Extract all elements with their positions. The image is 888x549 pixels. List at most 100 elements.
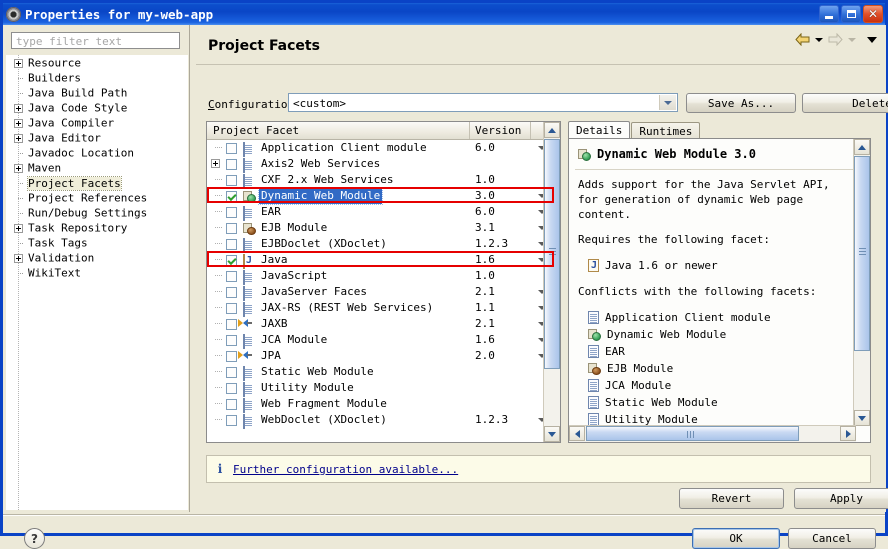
column-header-version[interactable]: Version xyxy=(475,124,521,137)
facet-name: EAR xyxy=(261,205,281,218)
tab-runtimes[interactable]: Runtimes xyxy=(631,122,701,139)
facet-checkbox[interactable] xyxy=(226,287,237,298)
view-menu-chevron-down-icon[interactable] xyxy=(867,36,877,43)
configuration-select[interactable]: <custom> xyxy=(288,93,678,112)
sidebar-item-java-code-style[interactable]: Java Code Style xyxy=(6,100,188,115)
scroll-left-button[interactable] xyxy=(569,426,585,441)
table-row[interactable]: JAXB 2.1 xyxy=(207,316,560,332)
expand-icon[interactable] xyxy=(14,133,23,143)
facets-vertical-scrollbar[interactable] xyxy=(543,122,560,442)
sidebar-item-task-repository[interactable]: Task Repository xyxy=(6,220,188,235)
expand-icon[interactable] xyxy=(14,253,23,263)
facet-checkbox[interactable] xyxy=(226,383,237,394)
ok-button[interactable]: OK xyxy=(692,528,780,549)
further-configuration-link[interactable]: Further configuration available... xyxy=(233,463,458,476)
footer-divider-highlight xyxy=(3,515,885,516)
table-row[interactable]: JavaScript 1.0 xyxy=(207,268,560,285)
facet-checkbox[interactable] xyxy=(226,271,237,282)
cancel-button[interactable]: Cancel xyxy=(788,528,876,549)
revert-button[interactable]: Revert xyxy=(679,488,784,509)
table-row[interactable]: Java 1.6 xyxy=(207,252,560,269)
table-row[interactable]: JCA Module 1.6 xyxy=(207,332,560,349)
back-history-chevron-down-icon[interactable] xyxy=(815,37,823,42)
expand-icon[interactable] xyxy=(211,159,220,168)
sidebar-item-javadoc-location[interactable]: Javadoc Location xyxy=(6,145,188,160)
close-button[interactable]: ✕ xyxy=(863,5,883,23)
facet-checkbox[interactable] xyxy=(226,351,237,362)
facet-checkbox[interactable] xyxy=(226,191,237,202)
expand-icon[interactable] xyxy=(14,163,23,173)
table-row[interactable]: Application Client module 6.0 xyxy=(207,140,560,157)
tree-stub-icon xyxy=(215,291,222,292)
column-divider[interactable] xyxy=(469,122,470,139)
required-facet-item-label: Java 1.6 or newer xyxy=(605,259,718,272)
facet-checkbox[interactable] xyxy=(226,255,237,266)
table-row[interactable]: WebDoclet (XDoclet) 1.2.3 xyxy=(207,412,560,429)
facet-checkbox[interactable] xyxy=(226,159,237,170)
table-row[interactable]: Static Web Module xyxy=(207,364,560,381)
expand-icon[interactable] xyxy=(14,118,23,128)
column-header-project-facet[interactable]: Project Facet xyxy=(213,124,299,137)
facet-checkbox[interactable] xyxy=(226,367,237,378)
question-mark-icon[interactable]: ? xyxy=(24,528,45,549)
details-vertical-scrollbar[interactable] xyxy=(853,139,870,426)
expand-icon[interactable] xyxy=(14,223,23,233)
sidebar-item-project-facets[interactable]: Project Facets xyxy=(6,175,188,191)
facet-checkbox[interactable] xyxy=(226,143,237,154)
maximize-button[interactable] xyxy=(841,5,861,23)
sidebar-item-project-references[interactable]: Project References xyxy=(6,190,188,205)
facet-checkbox[interactable] xyxy=(226,303,237,314)
scroll-up-button[interactable] xyxy=(544,122,560,138)
back-arrow-icon[interactable] xyxy=(795,33,810,46)
table-row[interactable]: CXF 2.x Web Services 1.0 xyxy=(207,172,560,189)
table-row[interactable]: EJB Module 3.1 xyxy=(207,220,560,236)
facet-checkbox[interactable] xyxy=(226,319,237,330)
scrollbar-thumb[interactable] xyxy=(544,139,560,369)
facet-checkbox[interactable] xyxy=(226,239,237,250)
configuration-dropdown-button[interactable] xyxy=(659,95,676,110)
facet-checkbox[interactable] xyxy=(226,335,237,346)
expand-icon[interactable] xyxy=(14,103,23,113)
table-row[interactable]: Web Fragment Module xyxy=(207,396,560,413)
sidebar-item-task-tags[interactable]: Task Tags xyxy=(6,235,188,250)
facet-checkbox[interactable] xyxy=(226,207,237,218)
sidebar-item-builders[interactable]: Builders xyxy=(6,70,188,85)
table-row[interactable]: EAR 6.0 xyxy=(207,204,560,221)
facet-checkbox[interactable] xyxy=(226,399,237,410)
table-row[interactable]: EJBDoclet (XDoclet) 1.2.3 xyxy=(207,236,560,253)
table-row[interactable]: Axis2 Web Services xyxy=(207,156,560,173)
details-horizontal-scrollbar[interactable] xyxy=(569,425,856,442)
facet-checkbox[interactable] xyxy=(226,415,237,426)
delete-button[interactable]: Delete xyxy=(802,93,888,113)
facet-checkbox[interactable] xyxy=(226,175,237,186)
table-row[interactable]: Dynamic Web Module 3.0 xyxy=(207,187,560,205)
doc-icon xyxy=(243,238,245,253)
expand-icon[interactable] xyxy=(14,58,23,68)
table-row[interactable]: Utility Module xyxy=(207,380,560,397)
column-divider[interactable] xyxy=(530,122,531,139)
sidebar-item-validation[interactable]: Validation xyxy=(6,250,188,265)
scrollbar-thumb[interactable] xyxy=(586,426,799,441)
sidebar-item-maven[interactable]: Maven xyxy=(6,160,188,175)
scrollbar-thumb[interactable] xyxy=(854,156,870,351)
scroll-up-button[interactable] xyxy=(854,139,870,155)
save-as-button[interactable]: Save As... xyxy=(686,93,796,113)
table-row[interactable]: JavaServer Faces 2.1 xyxy=(207,284,560,301)
minimize-button[interactable] xyxy=(819,5,839,23)
sidebar-item-java-compiler[interactable]: Java Compiler xyxy=(6,115,188,130)
table-row[interactable]: JPA 2.0 xyxy=(207,348,560,364)
scroll-right-button[interactable] xyxy=(840,426,856,441)
filter-input[interactable]: type filter text xyxy=(11,32,180,49)
table-row[interactable]: JAX-RS (REST Web Services) 1.1 xyxy=(207,300,560,317)
title-bar[interactable]: Properties for my-web-app ✕ xyxy=(3,3,885,25)
sidebar-item-run-debug-settings[interactable]: Run/Debug Settings xyxy=(6,205,188,220)
sidebar-item-java-build-path[interactable]: Java Build Path xyxy=(6,85,188,100)
sidebar-item-wikitext[interactable]: WikiText xyxy=(6,265,188,280)
tab-details[interactable]: Details xyxy=(568,121,631,139)
scroll-down-button[interactable] xyxy=(854,410,870,426)
facet-checkbox[interactable] xyxy=(226,223,237,234)
sidebar-item-resource[interactable]: Resource xyxy=(6,55,188,70)
sidebar-item-java-editor[interactable]: Java Editor xyxy=(6,130,188,145)
scroll-down-button[interactable] xyxy=(544,426,560,442)
apply-button[interactable]: Apply xyxy=(794,488,888,509)
